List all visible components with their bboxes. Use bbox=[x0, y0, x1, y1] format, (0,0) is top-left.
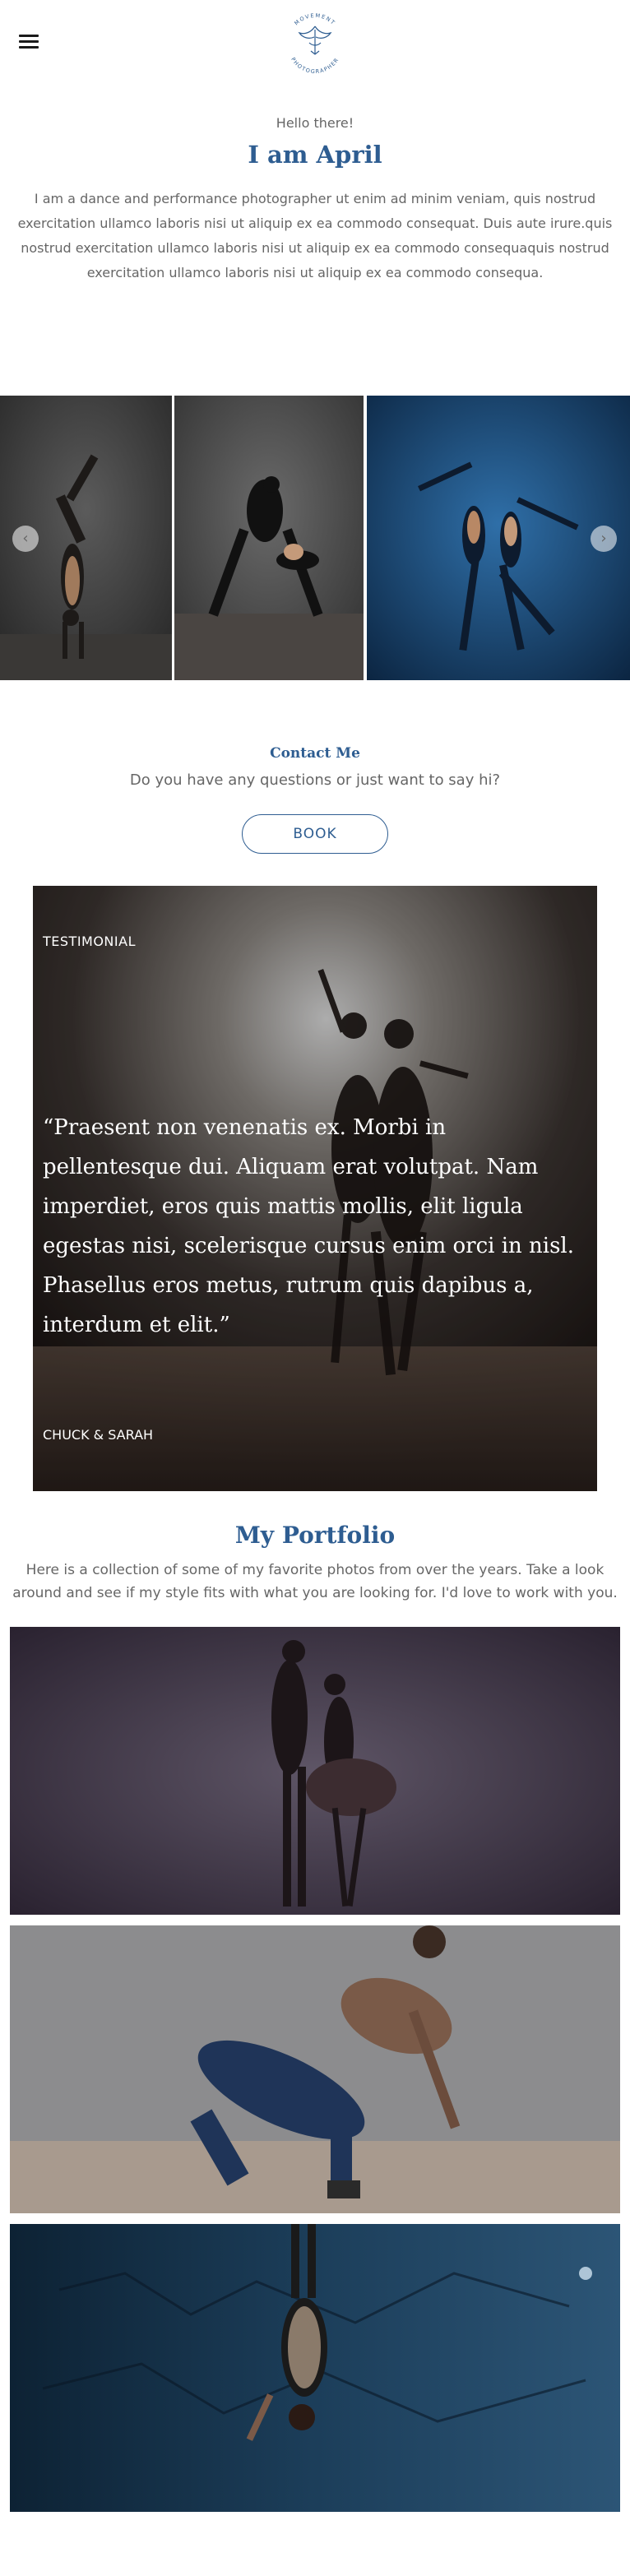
gallery-photo-2[interactable] bbox=[174, 396, 364, 680]
svg-text:PHOTOGRAPHER: PHOTOGRAPHER bbox=[290, 56, 340, 75]
portfolio-photo-3[interactable] bbox=[10, 2224, 620, 2512]
portfolio-photo-2[interactable] bbox=[10, 1925, 620, 2213]
testimonial-label: TESTIMONIAL bbox=[43, 934, 136, 949]
testimonial-card: TESTIMONIAL “Praesent non venenatis ex. … bbox=[33, 886, 597, 1491]
chevron-left-icon: ‹ bbox=[22, 530, 29, 547]
carousel-next-button[interactable]: › bbox=[591, 526, 617, 552]
intro-section: Hello there! I am April I am a dance and… bbox=[0, 115, 630, 285]
greeting: Hello there! bbox=[276, 115, 354, 131]
chevron-right-icon: › bbox=[600, 530, 607, 547]
portfolio-description: Here is a collection of some of my favor… bbox=[12, 1562, 618, 1601]
photo-carousel[interactable]: ‹ › bbox=[0, 396, 630, 680]
portfolio-title: My Portfolio bbox=[234, 1522, 396, 1549]
site-logo[interactable]: MOVEMENT PHOTOGRAPHER bbox=[276, 3, 354, 81]
carousel-prev-button[interactable]: ‹ bbox=[12, 526, 39, 552]
contact-section: Contact Me Do you have any questions or … bbox=[0, 745, 630, 854]
portfolio-section: My Portfolio Here is a collection of som… bbox=[0, 1522, 630, 1605]
bio-text: I am a dance and performance photographe… bbox=[17, 191, 613, 280]
testimonial-quote: “Praesent non venenatis ex. Morbi in pel… bbox=[43, 1115, 575, 1337]
book-button[interactable]: BOOK bbox=[242, 814, 388, 854]
svg-text:MOVEMENT: MOVEMENT bbox=[293, 12, 336, 27]
portfolio-photo-1[interactable] bbox=[10, 1627, 620, 1915]
contact-subtitle: Do you have any questions or just want t… bbox=[129, 771, 501, 789]
testimonial-author: CHUCK & SARAH bbox=[43, 1427, 154, 1443]
page-title: I am April bbox=[248, 141, 382, 169]
site-header: MOVEMENT PHOTOGRAPHER bbox=[0, 0, 630, 90]
contact-title: Contact Me bbox=[270, 745, 360, 762]
hamburger-menu-icon[interactable] bbox=[19, 34, 39, 50]
